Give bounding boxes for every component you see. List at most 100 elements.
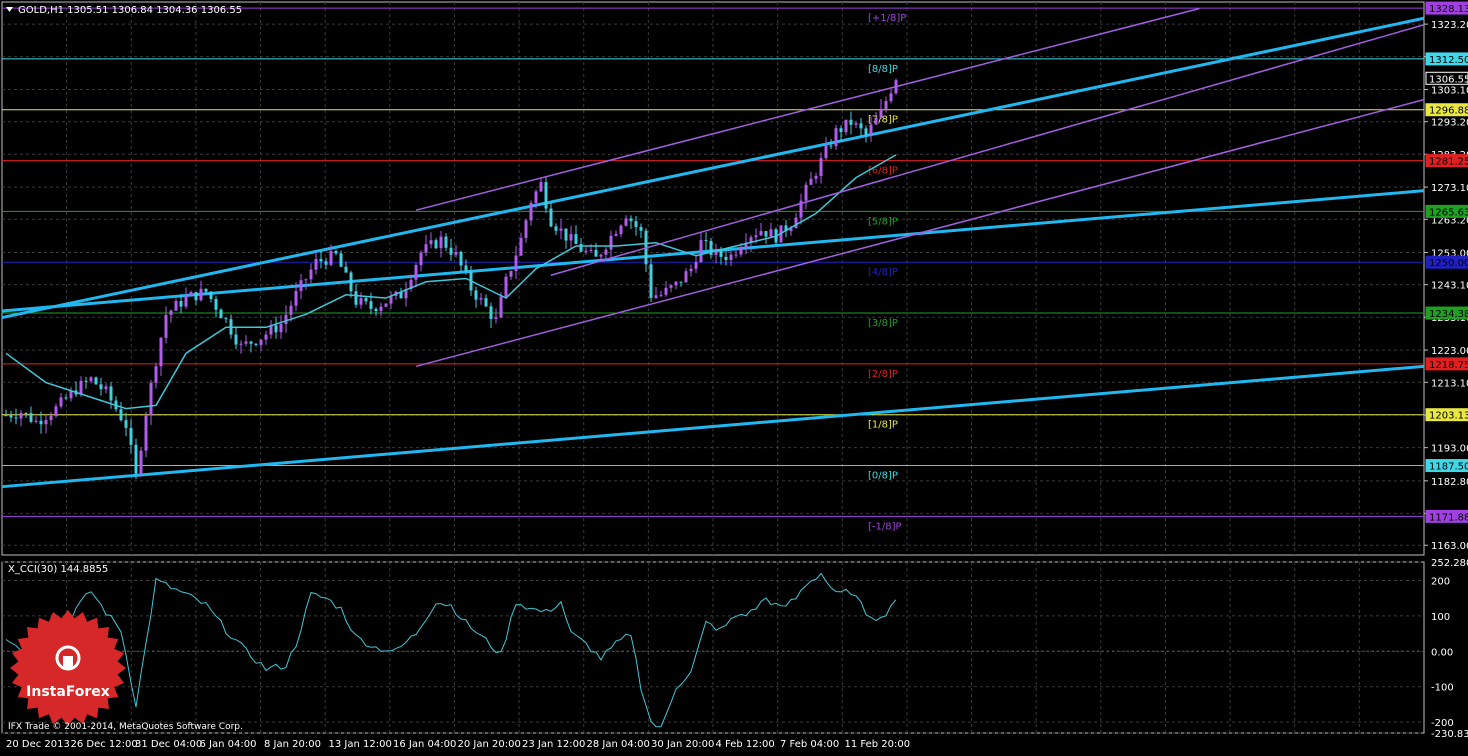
price-tag-label: 1187.50 — [1429, 462, 1468, 473]
price-tag-label: 1328.13 — [1429, 4, 1468, 15]
candle-body — [84, 380, 88, 382]
price-tag-label: 1306.55 — [1429, 74, 1468, 85]
time-label: 31 Dec 04:00 — [135, 739, 202, 750]
candle-body — [524, 220, 528, 238]
time-label: 26 Dec 12:00 — [71, 739, 138, 750]
candle-body — [474, 290, 478, 300]
candle-body — [39, 420, 43, 425]
candle-body — [14, 417, 18, 419]
candle-body — [259, 339, 263, 345]
candle-body — [174, 300, 178, 311]
candle-body — [99, 384, 103, 390]
candle-body — [734, 254, 738, 256]
price-tag-label: 1203.13 — [1429, 411, 1468, 422]
candle-body — [694, 262, 698, 269]
price-tag-label: 1171.88 — [1429, 512, 1468, 523]
candle-body — [484, 298, 488, 307]
cci-tick-label: 0.00 — [1431, 647, 1453, 658]
candle-body — [589, 249, 593, 251]
candle-body — [129, 427, 133, 445]
price-tag-label: 1234.38 — [1429, 309, 1468, 320]
candle-body — [424, 244, 428, 253]
candle-body — [29, 413, 33, 422]
candle-body — [649, 264, 653, 298]
candle-body — [489, 306, 493, 319]
time-label: 13 Jan 12:00 — [329, 739, 392, 750]
candle-body — [639, 226, 643, 231]
candle-body — [704, 240, 708, 242]
price-tick-label: 1303.10 — [1431, 86, 1468, 97]
price-tick-label: 1213.10 — [1431, 378, 1468, 389]
candle-body — [339, 253, 343, 267]
time-label: 20 Dec 2013 — [6, 739, 70, 750]
candle-body — [379, 306, 383, 312]
candle-body — [149, 382, 153, 416]
candle-body — [839, 128, 843, 133]
cci-line — [5, 572, 897, 728]
candle-body — [49, 415, 53, 421]
price-tick-label: 1323.20 — [1431, 20, 1468, 31]
candle-body — [699, 240, 703, 263]
candle-body — [4, 415, 8, 417]
cci-tick-label: 200 — [1431, 577, 1450, 588]
candle-body — [724, 256, 728, 261]
candle-body — [154, 366, 158, 383]
trendline — [1, 364, 1425, 489]
candle-body — [844, 119, 848, 133]
candle-body — [199, 288, 203, 301]
candle-body — [439, 236, 443, 249]
candle-body — [194, 292, 198, 301]
candle-body — [599, 254, 603, 257]
candle-body — [59, 397, 63, 407]
candle-body — [739, 248, 743, 255]
time-label: 6 Jan 04:00 — [200, 739, 257, 750]
candle-body — [419, 252, 423, 266]
candle-body — [554, 226, 558, 231]
candle-body — [344, 266, 348, 273]
candle-body — [849, 119, 853, 125]
chart-canvas: [+1/8]P [8/8]P [7/8]P [6/8]P [5/8]P [4/8]P [3/… — [1, 1, 1468, 750]
candle-body — [684, 271, 688, 283]
candle-body — [809, 178, 813, 185]
time-label: 20 Jan 20:00 — [458, 739, 521, 750]
price-candles — [4, 78, 898, 480]
candle-body — [504, 276, 508, 297]
price-tag-label: 1265.63 — [1429, 207, 1468, 218]
candle-body — [369, 301, 373, 309]
candle-body — [859, 123, 863, 129]
murrey-label: [0/8]P — [868, 471, 898, 482]
price-tag-label: 1250.00 — [1429, 258, 1468, 269]
moving-average — [5, 154, 897, 410]
cci-tick-label: -230.8365 — [1431, 729, 1468, 740]
candle-body — [234, 334, 238, 345]
candle-body — [64, 397, 68, 399]
candle-body — [884, 101, 888, 109]
price-tag-label: 1218.75 — [1429, 360, 1468, 371]
candle-body — [164, 314, 168, 338]
candle-body — [94, 377, 98, 385]
candle-body — [119, 409, 123, 421]
time-label: 30 Jan 20:00 — [651, 739, 714, 750]
murrey-label: [7/8]P — [868, 115, 898, 126]
murrey-label: [1/8]P — [868, 420, 898, 431]
candle-body — [769, 229, 773, 237]
indicator-header: X_CCI(30) 144.8855 — [8, 564, 108, 575]
candle-body — [304, 279, 308, 281]
candle-body — [274, 325, 278, 333]
logo-text: InstaForex — [26, 684, 110, 700]
candle-body — [9, 415, 13, 418]
murrey-label: [-1/8]P — [868, 521, 902, 532]
price-tick-label: 1273.10 — [1431, 183, 1468, 194]
menu-triangle-icon[interactable] — [6, 7, 13, 12]
candle-body — [449, 247, 453, 255]
candle-body — [804, 184, 808, 201]
price-tick-label: 1293.20 — [1431, 118, 1468, 129]
murrey-label: [3/8]P — [868, 318, 898, 329]
candle-body — [374, 308, 378, 312]
time-label: 7 Feb 04:00 — [780, 739, 839, 750]
candle-body — [879, 108, 883, 118]
candle-body — [619, 225, 623, 234]
candle-body — [579, 243, 583, 252]
candle-body — [104, 386, 108, 390]
candle-body — [654, 295, 658, 298]
